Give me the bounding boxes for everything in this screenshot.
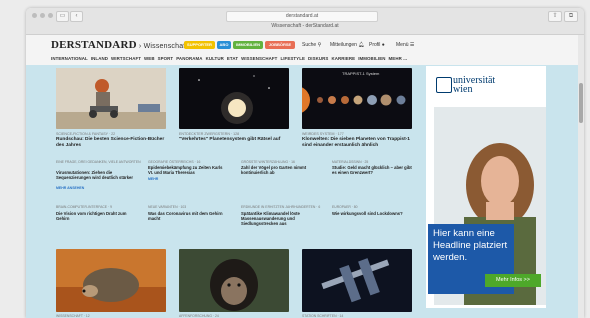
nav-item[interactable]: MEHR ...	[389, 56, 408, 61]
window-controls	[32, 13, 53, 18]
supporter-button[interactable]: SUPPORTER	[184, 41, 215, 49]
nav-item[interactable]: PANORAMA	[176, 56, 202, 61]
more-link[interactable]: MEHR ANSEHEN	[56, 186, 84, 190]
zoom-window-icon[interactable]	[48, 13, 53, 18]
item-kicker: GRÖSSTE WINTERZÄHLUNG · 16	[241, 160, 295, 164]
star-illustration	[179, 68, 289, 129]
item-title[interactable]: Virusmutationen: Ziehen die Sequenzierun…	[56, 170, 136, 180]
browser-window: ▭ ‹ derstandard.at Wissenschaft - derSta…	[26, 8, 584, 318]
chimp-illustration	[179, 249, 289, 312]
search-icon: ⚲	[317, 42, 322, 48]
card-kicker: WEIRDES SYSTEM · 177	[302, 132, 344, 136]
item-kicker: STATION SCHRIFTEN · 14	[302, 314, 344, 318]
site-logo[interactable]: DERSTANDARD › Wissenschaft	[51, 39, 188, 51]
section-title: Wissenschaft	[143, 43, 188, 50]
nav-item[interactable]: INLAND	[91, 56, 108, 61]
search-link[interactable]: Suche ⚲	[302, 42, 321, 48]
close-window-icon[interactable]	[32, 13, 37, 18]
menu-label: Menü	[396, 42, 409, 48]
user-icon: ●	[381, 42, 385, 48]
immobilien-button[interactable]: IMMOBILIEN	[233, 41, 263, 49]
nav-item[interactable]: KARRIERE	[331, 56, 355, 61]
nav-item[interactable]: KULTUR	[206, 56, 224, 61]
card-kicker: SCIENCE-FICTION & FANTASY · 22	[56, 132, 116, 136]
ad-headline: Hier kann eine Headline platziert werden…	[433, 228, 508, 263]
item-kicker: AFFENFORSCHUNG · 24	[179, 314, 219, 318]
profile-link[interactable]: Profil ●	[369, 42, 385, 48]
robot-illustration	[56, 68, 166, 129]
nav-item[interactable]: WEB	[144, 56, 155, 61]
item-kicker: MATERIALDSSINN · 25	[332, 160, 369, 164]
item-kicker: NEUE VARIANTEN · 103	[148, 205, 187, 209]
bell-icon: 🔔︎	[358, 42, 365, 48]
address-bar[interactable]: derstandard.at	[226, 11, 378, 22]
hamburger-icon: ☰	[409, 42, 415, 48]
advertisement[interactable]: universität wien Hier kann eine Headline…	[426, 66, 546, 308]
search-label: Suche	[302, 42, 317, 48]
nav-item[interactable]: LIFESTYLE	[280, 56, 305, 61]
item-kicker: GEOGRAFIE ÖSTERREICHS · 16	[148, 160, 201, 164]
scrollbar-thumb[interactable]	[579, 83, 583, 123]
share-icon[interactable]: ⇧	[548, 11, 562, 22]
messages-label: Mitteilungen	[330, 42, 357, 48]
card-title[interactable]: "Verkehrtes" Planetensystem gibt Rätsel …	[179, 137, 289, 143]
trappist-image[interactable]: TRAPPIST-1 System	[302, 68, 412, 129]
profile-label: Profil	[369, 42, 381, 48]
item-title[interactable]: Was das Coronavirus mit dem Gehirn macht	[148, 211, 228, 221]
nav-item[interactable]: WISSENSCHAFT	[241, 56, 277, 61]
item-kicker: EUROPAER · 80	[332, 205, 358, 209]
sidebar-toggle-icon[interactable]: ▭	[56, 11, 69, 22]
nav-item[interactable]: IMMOBILIEN	[358, 56, 385, 61]
item-title[interactable]: Spätantike Klimawandel löste Massenauswa…	[241, 211, 323, 226]
tab-title: Wissenschaft - derStandard.at	[271, 23, 339, 29]
minimize-window-icon[interactable]	[40, 13, 45, 18]
planet-image[interactable]	[179, 68, 289, 129]
item-kicker: WISSENSCHAFT · 12	[56, 314, 90, 318]
main-nav: INTERNATIONAL INLAND WIRTSCHAFT WEB SPORT PAN…	[51, 56, 410, 61]
hedgehog-illustration	[56, 249, 166, 312]
chimp-image[interactable]	[179, 249, 289, 312]
card-title[interactable]: Klonwelten: Die sieben Planeten von Trap…	[302, 137, 414, 148]
more-link[interactable]: MEHR	[148, 177, 158, 181]
abo-button[interactable]: ABO	[217, 41, 231, 49]
messages-link[interactable]: Mitteilungen 🔔︎	[330, 42, 365, 48]
item-kicker: ERDKUNDE IN ERHITZTEN JAHRHUNDERTEN · 6	[241, 205, 321, 209]
university-emblem-icon	[436, 77, 452, 93]
site-header: DERSTANDARD › Wissenschaft SUPPORTER ABO…	[26, 35, 578, 65]
space-station-image[interactable]	[302, 249, 412, 312]
back-icon[interactable]: ‹	[70, 11, 83, 22]
nav-item[interactable]: WIRTSCHAFT	[111, 56, 141, 61]
card-kicker: ENTDECKTER ZWERGSTERN · 128	[179, 132, 240, 136]
logo-line-2: wien	[453, 84, 473, 95]
web-page: DERSTANDARD › Wissenschaft SUPPORTER ABO…	[26, 35, 584, 318]
nav-item[interactable]: SPORT	[158, 56, 174, 61]
university-logo: universität wien	[453, 76, 495, 95]
browser-toolbar: ▭ ‹ derstandard.at Wissenschaft - derSta…	[26, 8, 584, 35]
tabs-overview-icon[interactable]: ⧉	[564, 11, 578, 22]
space-station-illustration	[302, 249, 412, 312]
item-title[interactable]: Wie wirkungsvoll sind Lockdowns?	[332, 211, 416, 216]
item-title[interactable]: Epidemiebekämpfung zu Zeiten Karls VI. u…	[148, 165, 228, 175]
item-title[interactable]: Zahl der Vögel pro Garten nimmt kontinui…	[241, 165, 321, 175]
jobboerse-button[interactable]: JOBBÖRSE	[265, 41, 295, 49]
logo-text: DERSTANDARD	[51, 39, 137, 51]
menu-link[interactable]: Menü ☰	[396, 42, 414, 48]
image-caption: TRAPPIST-1 System	[342, 71, 380, 76]
item-title[interactable]: Die Vision vom richtigen Draht zum Gehir…	[56, 211, 136, 221]
nav-item[interactable]: INTERNATIONAL	[51, 56, 88, 61]
nav-item[interactable]: ETAT	[227, 56, 238, 61]
trappist-illustration	[302, 68, 412, 129]
more-info-button[interactable]: Mehr Infos >>	[485, 274, 541, 287]
item-kicker: EINE FRAGE, DREI GEDANKEN, VIELE ANTWORT…	[56, 160, 141, 164]
card-title[interactable]: Rundschau: Die besten Science-Fiction-Bü…	[56, 137, 166, 148]
nav-item[interactable]: DISKURS	[308, 56, 328, 61]
page-scrollbar[interactable]	[578, 35, 584, 318]
item-kicker: BRAIN-COMPUTER-INTERFACE · 9	[56, 205, 112, 209]
item-title[interactable]: Studie: Geld macht glücklich – aber gibt…	[332, 165, 416, 175]
hedgehog-image[interactable]	[56, 249, 166, 312]
robot-image[interactable]	[56, 68, 166, 129]
